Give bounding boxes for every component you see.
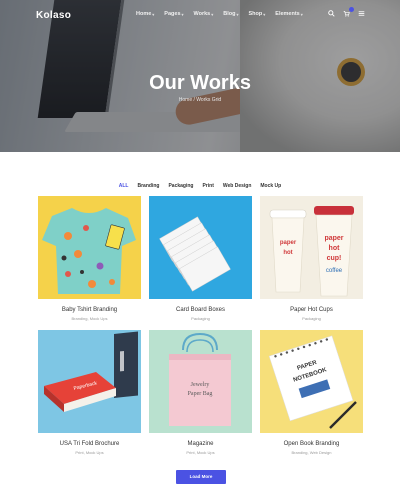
chevron-down-icon: ▾ bbox=[300, 11, 303, 17]
work-categories: Packaging bbox=[191, 316, 210, 321]
page-title: Our Works bbox=[149, 72, 251, 94]
filter-print[interactable]: Print bbox=[202, 183, 213, 191]
magazine-thumbnail[interactable]: Jewelry Paper Bag bbox=[149, 330, 252, 433]
card-board-boxes-thumbnail[interactable] bbox=[149, 196, 252, 299]
menu-icon[interactable] bbox=[357, 9, 366, 18]
work-title[interactable]: Baby Tshirt Branding bbox=[38, 307, 141, 313]
svg-text:Jewelry: Jewelry bbox=[191, 382, 210, 388]
nav-label: Shop bbox=[248, 11, 263, 17]
work-card-baby-tshirt[interactable]: Baby Tshirt Branding Branding, Mock Ups bbox=[38, 196, 141, 321]
work-title[interactable]: USA Tri Fold Brochure bbox=[38, 441, 141, 447]
breadcrumb-home-link[interactable]: Home bbox=[179, 97, 192, 103]
filter-packaging[interactable]: Packaging bbox=[168, 183, 193, 191]
svg-text:cup!: cup! bbox=[327, 255, 342, 262]
nav-item-pages[interactable]: Pages ▾ bbox=[164, 11, 183, 17]
nav-label: Elements bbox=[275, 11, 300, 17]
chevron-down-icon: ▾ bbox=[152, 11, 155, 17]
filter-web-design[interactable]: Web Design bbox=[223, 183, 252, 191]
usa-tri-fold-brochure-thumbnail[interactable]: Paperback bbox=[38, 330, 141, 433]
nav-item-blog[interactable]: Blog ▾ bbox=[223, 11, 238, 17]
open-book-branding-thumbnail[interactable]: PAPER NOTEBOOK bbox=[260, 330, 363, 433]
breadcrumb-current: Works Grid bbox=[196, 97, 222, 103]
work-categories: Print, Mock Ups bbox=[75, 450, 104, 455]
work-card-card-board-boxes[interactable]: Card Board Boxes Packaging bbox=[149, 196, 252, 321]
top-navigation: Kolaso Home ▾ Pages ▾ Works ▾ Blog ▾ Shop ▾ E… bbox=[0, 0, 400, 30]
work-title[interactable]: Paper Hot Cups bbox=[260, 307, 363, 313]
nav-label: Blog bbox=[223, 11, 236, 17]
header-utilities bbox=[327, 7, 366, 18]
baby-tshirt-thumbnail[interactable] bbox=[38, 196, 141, 299]
breadcrumb: Home / Works Grid bbox=[0, 97, 400, 103]
chevron-down-icon: ▾ bbox=[263, 11, 266, 17]
paper-hot-cups-thumbnail[interactable]: paper hot paper hot cup! coffee bbox=[260, 196, 363, 299]
svg-text:coffee: coffee bbox=[326, 268, 343, 274]
work-categories: Branding, Mock Ups bbox=[71, 316, 108, 321]
work-card-magazine[interactable]: Jewelry Paper Bag Magazine Print, Mock U… bbox=[149, 330, 252, 455]
work-card-usa-tri-fold-brochure[interactable]: Paperback USA Tri Fold Brochure Print, M… bbox=[38, 330, 141, 455]
filter-branding[interactable]: Branding bbox=[138, 183, 160, 191]
nav-item-elements[interactable]: Elements ▾ bbox=[275, 11, 302, 17]
svg-text:Paper Bag: Paper Bag bbox=[188, 391, 213, 397]
nav-item-works[interactable]: Works ▾ bbox=[194, 11, 214, 17]
cart-icon[interactable] bbox=[342, 7, 354, 18]
work-categories: Packaging bbox=[302, 316, 321, 321]
portfolio-filters: ALL Branding Packaging Print Web Design … bbox=[0, 183, 400, 191]
filter-all[interactable]: ALL bbox=[119, 183, 129, 191]
work-title[interactable]: Open Book Branding bbox=[260, 441, 363, 447]
chevron-down-icon: ▾ bbox=[211, 11, 214, 17]
breadcrumb-separator: / bbox=[193, 97, 195, 103]
chevron-down-icon: ▾ bbox=[181, 11, 184, 17]
nav-label: Works bbox=[193, 11, 211, 17]
work-card-paper-hot-cups[interactable]: paper hot paper hot cup! coffee Paper Ho… bbox=[260, 196, 363, 321]
search-icon[interactable] bbox=[327, 9, 336, 18]
nav-label: Pages bbox=[164, 11, 181, 17]
filter-mock-up[interactable]: Mock Up bbox=[260, 183, 281, 191]
hero-banner: Kolaso Home ▾ Pages ▾ Works ▾ Blog ▾ Shop ▾ E… bbox=[0, 0, 400, 152]
load-more-button[interactable]: Load More bbox=[176, 470, 226, 484]
work-title[interactable]: Magazine bbox=[149, 441, 252, 447]
svg-text:paper: paper bbox=[324, 235, 343, 242]
nav-item-shop[interactable]: Shop ▾ bbox=[249, 11, 266, 17]
chevron-down-icon: ▾ bbox=[236, 11, 239, 17]
nav-item-home[interactable]: Home ▾ bbox=[136, 11, 154, 17]
svg-text:hot: hot bbox=[329, 245, 341, 252]
svg-text:paper: paper bbox=[280, 240, 297, 246]
work-card-open-book-branding[interactable]: PAPER NOTEBOOK Open Book Branding Brandi… bbox=[260, 330, 363, 455]
work-categories: Print, Mock Ups bbox=[186, 450, 215, 455]
logo[interactable]: Kolaso bbox=[36, 10, 71, 21]
nav-label: Home bbox=[136, 11, 152, 17]
work-categories: Branding, Web Design bbox=[291, 450, 332, 455]
cart-count-badge bbox=[349, 7, 354, 12]
work-title[interactable]: Card Board Boxes bbox=[149, 307, 252, 313]
svg-text:hot: hot bbox=[283, 250, 292, 256]
main-nav: Home ▾ Pages ▾ Works ▾ Blog ▾ Shop ▾ Elements… bbox=[136, 11, 303, 17]
